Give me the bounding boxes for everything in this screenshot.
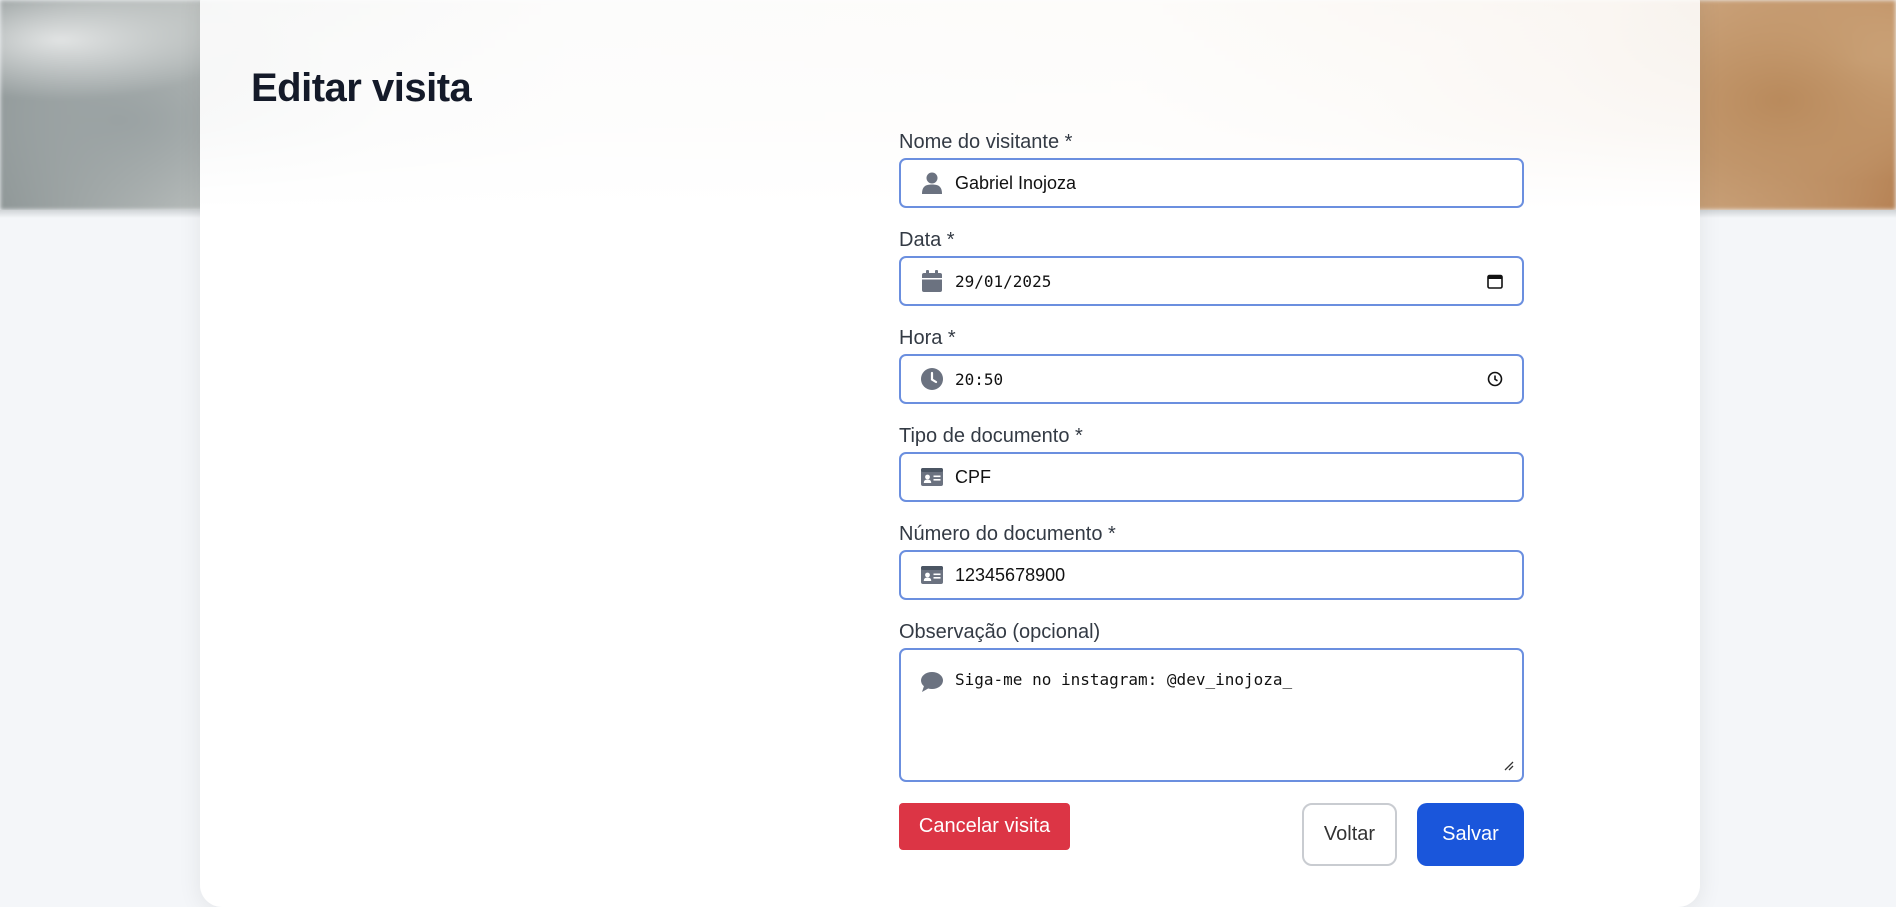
comment-icon [921, 671, 943, 693]
observation-textarea[interactable]: Siga-me no instagram: @dev_inojoza_ [899, 648, 1524, 782]
visitor-name-field: Nome do visitante * Gabriel Inojoza [899, 130, 1524, 208]
time-value: 20:50 [955, 369, 1004, 389]
clock-icon [921, 368, 943, 390]
document-type-field: Tipo de documento * CPF [899, 424, 1524, 502]
user-icon [921, 172, 943, 194]
visitor-name-value: Gabriel Inojoza [955, 172, 1077, 193]
observation-label: Observação (opcional) [899, 621, 1101, 643]
resize-handle-icon[interactable] [1502, 758, 1514, 771]
time-picker-icon[interactable] [1486, 370, 1504, 388]
edit-visit-form: Nome do visitante * Gabriel Inojoza Data… [899, 130, 1524, 782]
document-number-input[interactable]: 12345678900 [899, 550, 1524, 600]
observation-value: Siga-me no instagram: @dev_inojoza_ [955, 670, 1293, 689]
calendar-icon [921, 270, 943, 292]
back-button[interactable]: Voltar [1302, 803, 1397, 866]
date-field: Data * 29/01/2025 [899, 228, 1524, 306]
observation-field: Observação (opcional) Siga-me no instagr… [899, 620, 1524, 782]
save-button[interactable]: Salvar [1417, 803, 1524, 866]
id-card-icon [921, 564, 943, 586]
cancel-visit-button[interactable]: Cancelar visita [899, 803, 1070, 850]
document-type-value: CPF [955, 466, 991, 487]
document-type-input[interactable]: CPF [899, 452, 1524, 502]
date-label: Data * [899, 229, 955, 251]
id-card-icon [921, 466, 943, 488]
visitor-name-label: Nome do visitante * [899, 131, 1073, 153]
visitor-name-input[interactable]: Gabriel Inojoza [899, 158, 1524, 208]
document-type-label: Tipo de documento * [899, 425, 1083, 447]
document-number-field: Número do documento * 12345678900 [899, 522, 1524, 600]
time-input[interactable]: 20:50 [899, 354, 1524, 404]
date-picker-icon[interactable] [1486, 272, 1504, 290]
time-field: Hora * 20:50 [899, 326, 1524, 404]
date-input[interactable]: 29/01/2025 [899, 256, 1524, 306]
document-number-label: Número do documento * [899, 523, 1116, 545]
document-number-value: 12345678900 [955, 564, 1066, 585]
date-value: 29/01/2025 [955, 271, 1052, 291]
time-label: Hora * [899, 327, 956, 349]
page-title: Editar visita [251, 66, 472, 110]
